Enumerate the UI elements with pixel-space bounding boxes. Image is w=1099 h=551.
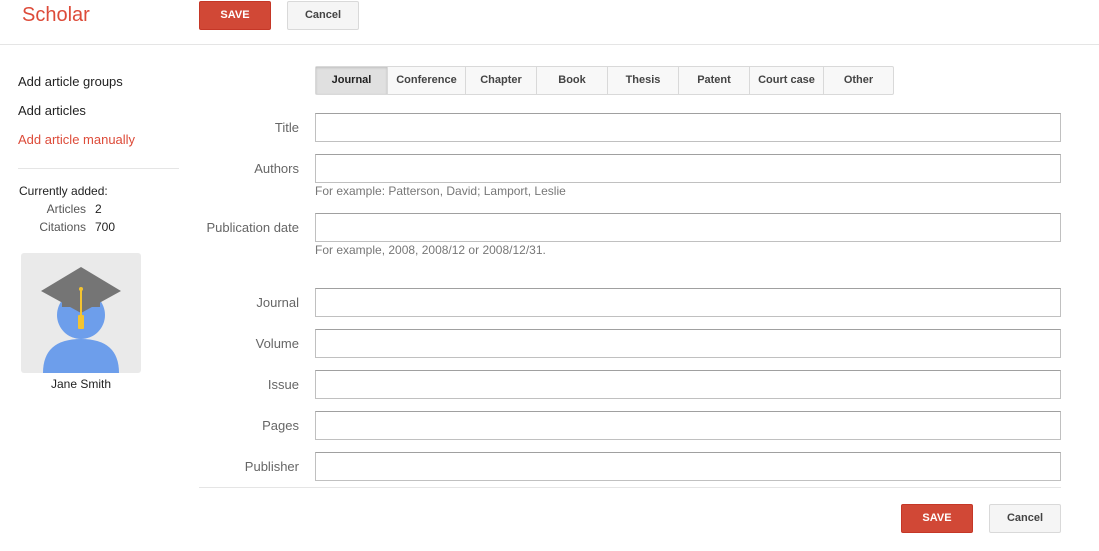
stat-citations-label: Citations: [39, 220, 86, 234]
journal-label: Journal: [256, 295, 299, 310]
stat-articles-label: Articles: [46, 202, 86, 216]
publication-date-hint: For example, 2008, 2008/12 or 2008/12/31…: [315, 243, 546, 257]
footer-cancel-button[interactable]: Cancel: [989, 504, 1061, 533]
volume-input[interactable]: [315, 329, 1061, 358]
tab-patent[interactable]: Patent: [678, 67, 749, 94]
header-save-button[interactable]: SAVE: [199, 1, 271, 30]
pages-input[interactable]: [315, 411, 1061, 440]
publisher-label: Publisher: [244, 459, 299, 474]
graduate-avatar-icon[interactable]: [21, 253, 141, 373]
tab-chapter[interactable]: Chapter: [465, 67, 536, 94]
sidebar-link-add-article-groups[interactable]: Add article groups: [18, 74, 123, 89]
stat-citations-value: 700: [95, 220, 116, 234]
publisher-input[interactable]: [315, 452, 1061, 481]
stat-articles: Articles: [0, 202, 96, 218]
issue-input[interactable]: [315, 370, 1061, 399]
stat-citations: Citations: [0, 220, 96, 236]
header-cancel-button[interactable]: Cancel: [287, 1, 359, 30]
top-bar: Scholar SAVE Cancel: [0, 0, 1099, 45]
tab-court-case[interactable]: Court case: [749, 67, 823, 94]
authors-hint: For example: Patterson, David; Lamport, …: [315, 184, 566, 198]
tab-conference[interactable]: Conference: [387, 67, 465, 94]
tab-journal[interactable]: Journal: [316, 67, 387, 94]
journal-input[interactable]: [315, 288, 1061, 317]
tab-other[interactable]: Other: [823, 67, 893, 94]
sidebar-divider: [18, 168, 179, 169]
scholar-logo[interactable]: Scholar: [22, 4, 90, 27]
issue-label: Issue: [267, 377, 299, 392]
pages-label: Pages: [262, 418, 299, 433]
authors-label: Authors: [254, 161, 299, 176]
tab-book[interactable]: Book: [536, 67, 607, 94]
publication-date-input[interactable]: [315, 213, 1061, 242]
title-label: Title: [274, 120, 299, 135]
user-name[interactable]: Jane Smith: [21, 377, 141, 391]
title-input[interactable]: [315, 113, 1061, 142]
article-type-tabs: Journal Conference Chapter Book Thesis P…: [315, 66, 894, 95]
authors-input[interactable]: [315, 154, 1061, 183]
volume-label: Volume: [255, 336, 299, 351]
form-divider: [199, 487, 1061, 488]
stat-articles-value: 2: [95, 202, 102, 216]
currently-added-title: Currently added:: [19, 184, 108, 198]
footer-save-button[interactable]: SAVE: [901, 504, 973, 533]
publication-date-label: Publication date: [206, 220, 299, 235]
tab-thesis[interactable]: Thesis: [607, 67, 678, 94]
sidebar-link-add-articles[interactable]: Add articles: [18, 103, 86, 118]
sidebar-link-add-article-manually[interactable]: Add article manually: [18, 132, 135, 147]
